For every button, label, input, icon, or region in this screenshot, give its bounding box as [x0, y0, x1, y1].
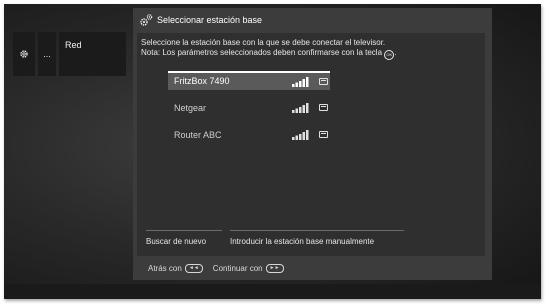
settings-tab[interactable] [13, 32, 35, 76]
back-hint: Atrás con [148, 263, 182, 273]
network-name: FritzBox 7490 [174, 76, 230, 86]
menu-item-red-label: Red [65, 40, 82, 50]
dialog-title: Seleccionar estación base [157, 15, 263, 25]
more-tab[interactable]: ... [38, 32, 56, 76]
description-line-2: Nota: Los parámetros seleccionados deben… [141, 48, 397, 60]
description-line-1: Seleccione la estación base con la que s… [141, 38, 386, 47]
rewind-key-icon: ◄◄ [184, 263, 203, 273]
tv-screen: ... Red Seleccionar estación base Selecc… [4, 4, 541, 299]
network-name: Router ABC [174, 130, 222, 140]
dialog-footer: Atrás con ◄◄ Continuar con ►► [133, 256, 492, 280]
secured-icon [319, 78, 328, 85]
network-name: Netgear [174, 103, 207, 113]
dialog-description: Seleccione la estación base con la que s… [141, 38, 397, 60]
signal-strength-icon [292, 130, 309, 140]
more-label: ... [43, 49, 51, 59]
dialog-header: Seleccionar estación base [133, 8, 492, 32]
secured-icon [319, 104, 328, 111]
gear-icon [20, 50, 28, 58]
menu-item-red[interactable]: Red [59, 32, 126, 76]
continue-hint: Continuar con [212, 263, 263, 273]
bottom-bar [4, 284, 541, 299]
secured-icon [319, 131, 328, 138]
rescan-button[interactable]: Buscar de nuevo [146, 230, 222, 246]
base-station-dialog: Seleccionar estación base Seleccione la … [133, 8, 492, 280]
network-item[interactable]: Router ABC [168, 126, 330, 144]
network-item[interactable]: FritzBox 7490 [168, 71, 330, 90]
dialog-content: Seleccione la estación base con la que s… [137, 33, 485, 256]
network-item[interactable]: Netgear [168, 99, 330, 117]
manual-entry-button[interactable]: Introducir la estación base manualmente [230, 230, 404, 246]
signal-strength-icon [292, 103, 309, 113]
fast-forward-key-icon: ►► [265, 263, 284, 273]
ok-key-icon: OK [384, 50, 395, 60]
gears-icon [140, 14, 153, 26]
signal-strength-icon [292, 77, 309, 87]
